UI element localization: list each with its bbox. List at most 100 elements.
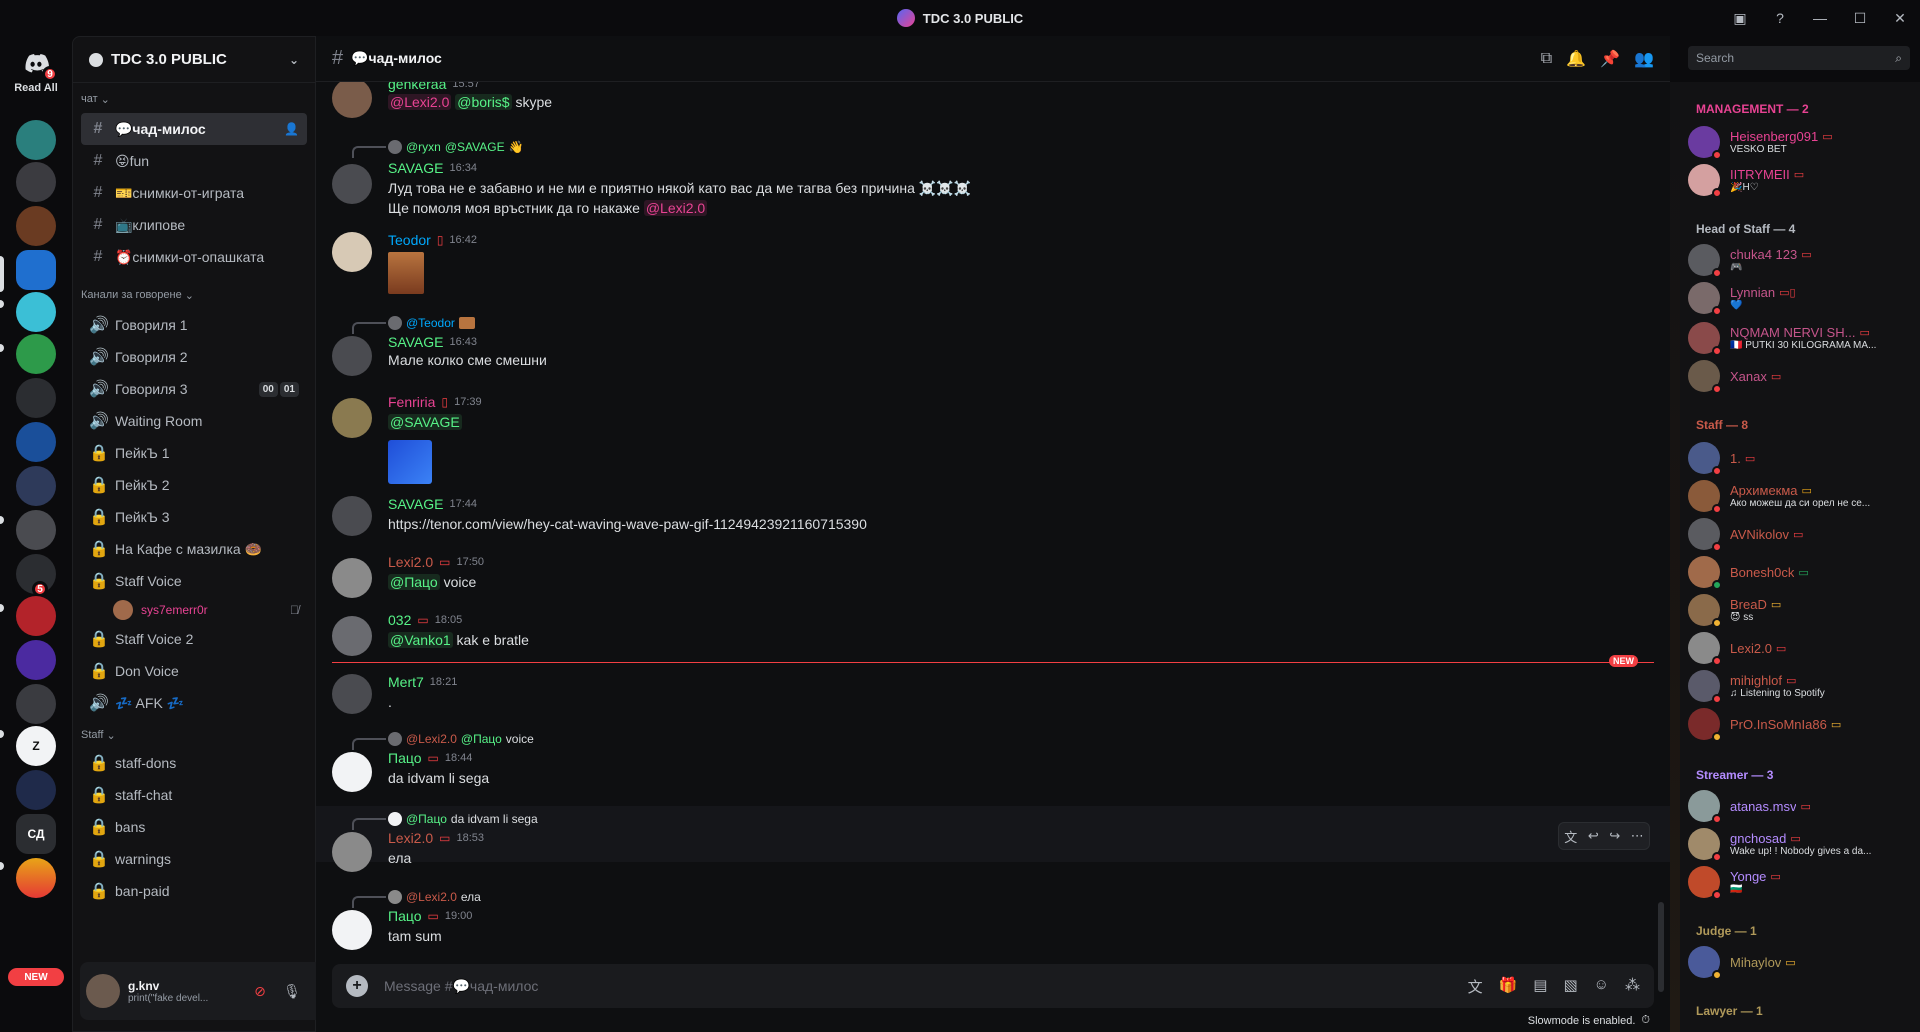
- translate-icon[interactable]: 文: [1468, 976, 1483, 997]
- attachment-image[interactable]: [388, 252, 424, 294]
- voice-channel-item[interactable]: 🔊 Waiting Room: [81, 405, 307, 437]
- message-author[interactable]: genkeraa: [388, 82, 446, 92]
- search-input[interactable]: Search ⌕: [1688, 46, 1910, 70]
- minimize-button[interactable]: —: [1800, 0, 1840, 36]
- user-mention[interactable]: @Lexi2.0: [388, 94, 452, 110]
- member-item[interactable]: BreaD ▭ 😈 ss: [1688, 590, 1914, 630]
- reply-author[interactable]: @ryxn: [406, 140, 441, 154]
- channel-item[interactable]: # 😝fun: [81, 145, 307, 177]
- category-voice[interactable]: Канали за говорене ⌄: [73, 285, 315, 305]
- pin-icon[interactable]: 📌: [1600, 49, 1620, 69]
- member-item[interactable]: mihighlof ▭ ♫ Listening to Spotify: [1688, 666, 1914, 706]
- message-author[interactable]: SAVAGE: [388, 496, 444, 512]
- server-icon[interactable]: [16, 206, 56, 246]
- avatar[interactable]: [332, 616, 372, 656]
- channel-item[interactable]: # 📺клипове: [81, 209, 307, 241]
- server-icon[interactable]: [16, 422, 56, 462]
- server-icon[interactable]: [16, 378, 56, 418]
- user-avatar[interactable]: [86, 974, 120, 1008]
- channel-item[interactable]: # ⏰снимки-от-опашката: [81, 241, 307, 273]
- message-author[interactable]: Mert7: [388, 674, 424, 690]
- emoji-icon[interactable]: ☺: [1594, 976, 1609, 997]
- forward-icon[interactable]: ↪: [1609, 828, 1620, 844]
- voice-channel-item[interactable]: 🔒 Don Voice: [81, 655, 307, 687]
- server-icon[interactable]: [16, 120, 56, 160]
- voice-channel-item[interactable]: 🔊 Говориля 3 00 01: [81, 373, 307, 405]
- avatar[interactable]: [332, 910, 372, 950]
- voice-channel-item[interactable]: 🔒 ПейкЪ 2: [81, 469, 307, 501]
- category-chat[interactable]: чат ⌄: [73, 89, 315, 109]
- avatar[interactable]: [332, 82, 372, 118]
- gift-icon[interactable]: 🎁: [1499, 976, 1518, 997]
- user-mention[interactable]: @Пацо: [388, 574, 440, 590]
- server-icon[interactable]: [16, 334, 56, 374]
- message-author[interactable]: Lexi2.0: [388, 554, 433, 570]
- message-author[interactable]: Teodor: [388, 232, 431, 248]
- server-icon[interactable]: [16, 684, 56, 724]
- voice-channel-item[interactable]: 🔊 Говориля 2: [81, 341, 307, 373]
- user-mention[interactable]: @Lexi2.0: [643, 200, 708, 216]
- message-author[interactable]: Fenriria: [388, 394, 435, 410]
- server-icon[interactable]: [16, 162, 56, 202]
- invite-icon[interactable]: 👤: [284, 122, 299, 136]
- member-item[interactable]: Mihaylov ▭: [1688, 942, 1914, 982]
- member-item[interactable]: AVNikolov ▭: [1688, 514, 1914, 554]
- message-input[interactable]: [384, 978, 1452, 994]
- staff-channel-item[interactable]: 🔒 warnings: [81, 843, 307, 875]
- member-list-icon[interactable]: 👥: [1634, 49, 1654, 69]
- message-author[interactable]: Пацо: [388, 750, 422, 766]
- member-item[interactable]: Архимекма ▭ Ако можеш да си орел не се...: [1688, 476, 1914, 516]
- member-item[interactable]: chuka4 123 ▭ 🎮: [1688, 240, 1914, 280]
- read-all-button[interactable]: Read All: [0, 82, 72, 94]
- reply-author[interactable]: @Пацо: [406, 812, 447, 826]
- maximize-button[interactable]: ☐: [1840, 0, 1880, 36]
- staff-channel-item[interactable]: 🔒 bans: [81, 811, 307, 843]
- voice-channel-item[interactable]: 🔒 Staff Voice 2: [81, 623, 307, 655]
- voice-channel-item[interactable]: 🔊 Говориля 1: [81, 309, 307, 341]
- sticker-icon[interactable]: ▧: [1563, 976, 1577, 997]
- server-icon[interactable]: [16, 510, 56, 550]
- avatar[interactable]: [332, 752, 372, 792]
- avatar[interactable]: [332, 832, 372, 872]
- voice-connected-user[interactable]: sys7emerr0r 🎙̸: [113, 597, 315, 623]
- voice-channel-item[interactable]: 🔒 ПейкЪ 1: [81, 437, 307, 469]
- member-item[interactable]: Bonesh0ck ▭: [1688, 552, 1914, 592]
- member-item[interactable]: atanas.msv ▭: [1688, 786, 1914, 826]
- user-mention[interactable]: @Vanko1: [388, 632, 453, 648]
- member-item[interactable]: gnchosad ▭ Wake up! ! Nobody gives a da...: [1688, 824, 1914, 864]
- channel-item[interactable]: # 🎫снимки-от-играта: [81, 177, 307, 209]
- staff-channel-item[interactable]: 🔒 ban-paid: [81, 875, 307, 907]
- gif-icon[interactable]: ▤: [1533, 976, 1547, 997]
- server-icon[interactable]: [16, 770, 56, 810]
- inbox-icon[interactable]: ▣: [1720, 0, 1760, 36]
- close-button[interactable]: ✕: [1880, 0, 1920, 36]
- member-item[interactable]: 1. ▭: [1688, 438, 1914, 478]
- member-item[interactable]: NQMAM NERVI SH... ▭ 🇫🇷 PUTKI 30 KILOGRAMA …: [1688, 318, 1914, 358]
- server-icon-tdc[interactable]: [16, 250, 56, 290]
- member-item[interactable]: PrO.InSoMnIa86 ▭: [1688, 704, 1914, 744]
- add-attachment-button[interactable]: +: [346, 975, 368, 997]
- category-staff[interactable]: Staff ⌄: [73, 725, 315, 745]
- member-item[interactable]: Heisenberg091 ▭ VESKO BET: [1688, 122, 1914, 162]
- member-item[interactable]: Yonge ▭ 🇧🇬: [1688, 862, 1914, 902]
- server-icon[interactable]: Z: [16, 726, 56, 766]
- avatar[interactable]: [332, 232, 372, 272]
- member-item[interactable]: Lynnian ▭▯ 💙: [1688, 278, 1914, 318]
- camera-off-icon[interactable]: ⊘: [246, 977, 274, 1005]
- notification-bell-icon[interactable]: 🔔: [1566, 49, 1586, 69]
- server-icon[interactable]: [16, 292, 56, 332]
- user-mention[interactable]: @boris$: [455, 94, 512, 110]
- threads-icon[interactable]: ⧉: [1541, 50, 1552, 68]
- member-item[interactable]: Xanax ▭: [1688, 356, 1914, 396]
- server-icon-text[interactable]: СД: [16, 814, 56, 854]
- home-button[interactable]: 9: [14, 42, 58, 86]
- reply-author[interactable]: @Lexi2.0: [406, 890, 457, 904]
- voice-channel-item[interactable]: 🔒 Staff Voice: [81, 565, 307, 597]
- server-icon[interactable]: [16, 466, 56, 506]
- user-mention[interactable]: @SAVAGE: [388, 414, 462, 430]
- new-unreads-pill[interactable]: NEW: [8, 968, 64, 986]
- reply-icon[interactable]: ↩: [1588, 828, 1599, 844]
- staff-channel-item[interactable]: 🔒 staff-dons: [81, 747, 307, 779]
- guild-header[interactable]: TDC 3.0 PUBLIC ⌄: [73, 37, 315, 83]
- server-icon[interactable]: [16, 596, 56, 636]
